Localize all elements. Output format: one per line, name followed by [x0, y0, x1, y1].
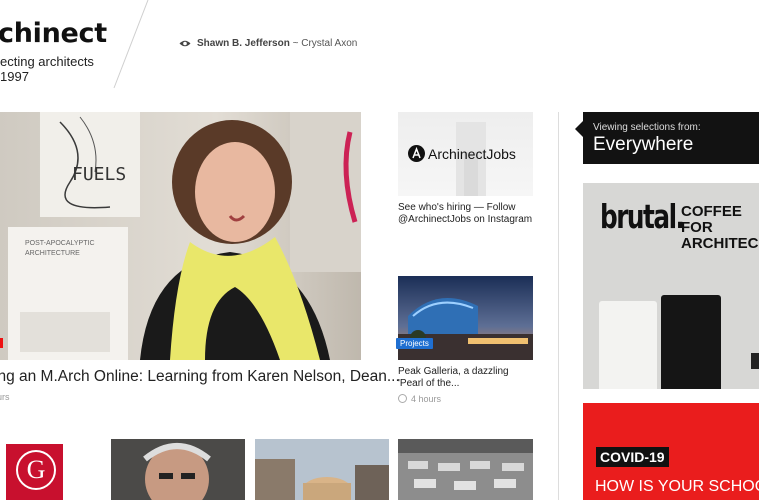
jobs-logo: ArchinectJobs	[408, 145, 516, 162]
tooltip-label: Viewing selections from:	[593, 122, 701, 133]
hero-photo	[0, 112, 361, 360]
hall-thumbnail[interactable]	[398, 439, 533, 500]
jobs-card-image[interactable]: ArchinectJobs	[398, 112, 533, 196]
hero-poster-line-3: ARCHITECTURE	[25, 250, 80, 257]
hero-poster-line-1: FUELS	[72, 164, 127, 185]
site-logo-title[interactable]: chinect	[0, 18, 107, 49]
hero-poster-line-2: POST-APOCALYPTIC	[25, 240, 95, 247]
guardian-thumbnail[interactable]: G	[6, 444, 63, 500]
projects-badge[interactable]: Projects	[396, 338, 433, 349]
logo-tagline-line-1: ecting architects	[0, 54, 94, 69]
tooltip-arrow	[575, 121, 583, 137]
viewer-other[interactable]: Crystal Axon	[301, 38, 357, 49]
building-photo	[255, 439, 389, 500]
eye-icon	[179, 40, 191, 47]
hero-category-marker	[0, 338, 3, 348]
covid-ad[interactable]: COVID-19 HOW IS YOUR SCHOO	[583, 403, 759, 500]
building-thumbnail[interactable]	[255, 439, 389, 500]
viewer-separator: ~	[289, 38, 302, 49]
hall-photo	[398, 439, 533, 500]
logo-tagline-line-2: 1997	[0, 69, 29, 84]
column-divider	[558, 112, 559, 500]
brutal-logo: brutal.	[600, 197, 685, 236]
peak-card-time: 4 hours	[411, 394, 442, 404]
ad-line-coffee: COFFEE	[681, 203, 742, 220]
coffee-bag-white	[599, 301, 657, 389]
peak-card-text[interactable]: Peak Galleria, a dazzling 'Pearl of the.…	[398, 366, 533, 390]
ad-line-architects: ARCHITEC	[681, 235, 759, 252]
hero-timestamp: ours	[0, 392, 10, 402]
portrait-thumbnail[interactable]	[111, 439, 245, 500]
brutal-coffee-ad[interactable]: brutal. COFFEE FOR ARCHITEC	[583, 183, 759, 389]
clock-icon	[398, 394, 407, 403]
coffee-bag-black	[661, 295, 721, 389]
ad-arrow-button[interactable]	[751, 353, 759, 369]
jobs-logo-text: ArchinectJobs	[428, 145, 516, 162]
hero-title[interactable]: ing an M.Arch Online: Learning from Kare…	[0, 368, 400, 386]
jobs-card-text[interactable]: See who's hiring — Follow @ArchinectJobs…	[398, 202, 538, 226]
viewer-info: Shawn B. Jefferson ~ Crystal Axon	[179, 38, 357, 49]
viewer-name[interactable]: Shawn B. Jefferson	[197, 38, 290, 49]
covid-tag: COVID-19	[596, 447, 669, 467]
logo-divider-slash	[113, 0, 149, 89]
covid-headline: HOW IS YOUR SCHOO	[595, 478, 759, 495]
peak-card-timestamp: 4 hours	[398, 394, 441, 404]
tooltip-location[interactable]: Everywhere	[593, 134, 693, 156]
hero-image[interactable]: FUELS POST-APOCALYPTIC ARCHITECTURE	[0, 112, 361, 360]
guardian-g-letter: G	[16, 450, 56, 490]
site-logo-tagline: ecting architects 1997	[0, 54, 94, 84]
portrait-photo	[111, 439, 245, 500]
location-selector-tooltip[interactable]: Viewing selections from: Everywhere	[583, 112, 759, 164]
archinect-a-icon	[408, 145, 425, 162]
ad-line-for: FOR	[681, 219, 713, 236]
